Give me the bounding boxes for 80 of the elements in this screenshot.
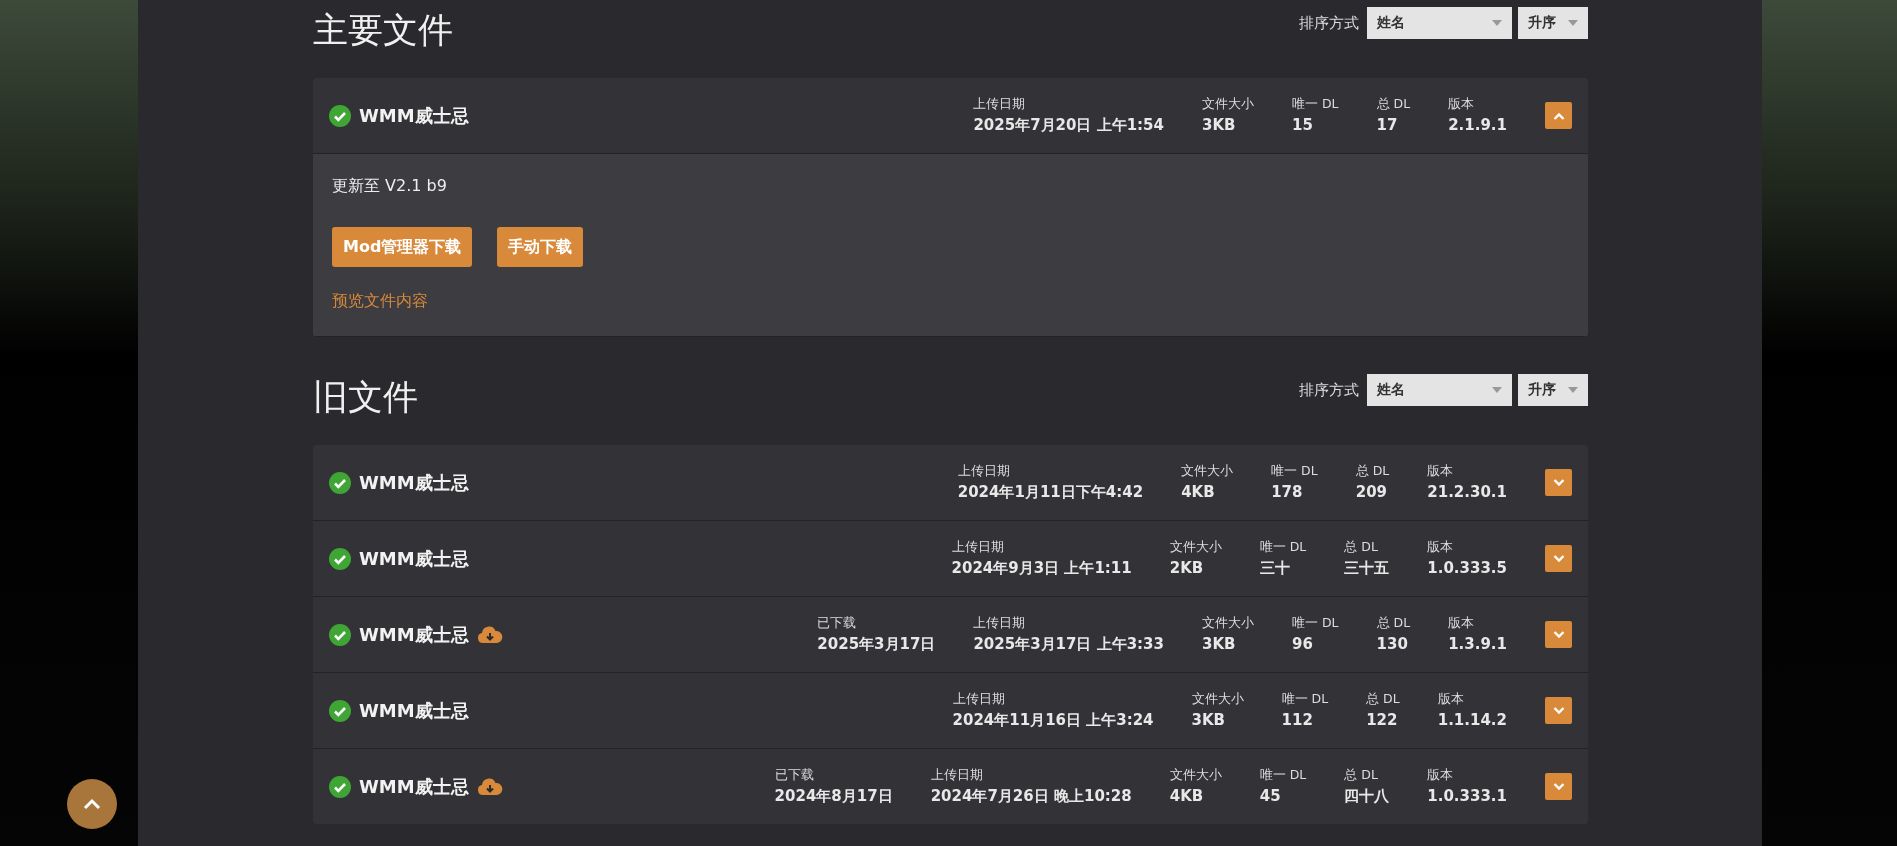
meta-label: 版本 xyxy=(1448,615,1476,632)
meta-label: 上传日期 xyxy=(973,615,1027,632)
meta-label: 总 DL xyxy=(1366,691,1400,708)
meta-value: 178 xyxy=(1271,483,1304,501)
meta-label: 已下载 xyxy=(817,615,858,632)
sort-order-dropdown[interactable]: 升序 xyxy=(1518,7,1588,39)
meta-value: 2024年7月26日 晚上10:28 xyxy=(930,787,1132,806)
meta-label: 文件大小 xyxy=(1181,463,1234,480)
file-description: 更新至 V2.1 b9 xyxy=(332,176,448,197)
meta-label: 总 DL xyxy=(1344,767,1379,784)
sort-order-dropdown[interactable]: 升序 xyxy=(1518,374,1588,406)
meta-value: 2024年9月3日 上午1:11 xyxy=(951,559,1132,578)
preview-link[interactable]: 预览文件内容 xyxy=(332,291,428,310)
meta-label: 版本 xyxy=(1427,767,1455,784)
meta-value: 3KB xyxy=(1202,116,1237,134)
meta-value: 三十 xyxy=(1259,559,1291,578)
meta-value: 15 xyxy=(1292,116,1314,134)
file-name[interactable]: WMM威士忌 xyxy=(359,698,469,723)
sort-label: 排序方式 xyxy=(1299,380,1359,400)
meta-label: 总 DL xyxy=(1344,539,1379,556)
meta-value: 1.0.333.5 xyxy=(1427,559,1507,577)
file-name[interactable]: WMM威士忌 xyxy=(359,103,469,128)
meta-value: 130 xyxy=(1376,635,1409,653)
meta-value: 2KB xyxy=(1169,559,1205,577)
meta-value: 3KB xyxy=(1202,635,1237,653)
meta-value: 112 xyxy=(1281,711,1314,729)
meta-value: 96 xyxy=(1292,635,1314,653)
meta-value: 3KB xyxy=(1191,711,1227,729)
meta-label: 总 DL xyxy=(1376,615,1411,632)
meta-value: 4KB xyxy=(1169,787,1205,805)
meta-value: 2025年7月20日 上午1:54 xyxy=(973,116,1164,135)
meta-value: 三十五 xyxy=(1344,559,1390,578)
meta-value: 2024年1月11日下午4:42 xyxy=(957,483,1144,502)
meta-label: 版本 xyxy=(1427,539,1455,556)
meta-label: 上传日期 xyxy=(930,767,984,784)
meta-label: 上传日期 xyxy=(951,539,1005,556)
file-name[interactable]: WMM威士忌 xyxy=(359,774,469,799)
meta-label: 版本 xyxy=(1427,463,1455,480)
sort-field-dropdown[interactable]: 姓名 xyxy=(1367,374,1512,406)
meta-value: 1.0.333.1 xyxy=(1427,787,1507,805)
meta-label: 唯一 DL xyxy=(1292,615,1339,632)
file-name[interactable]: WMM威士忌 xyxy=(359,622,469,647)
meta-value: 21.2.30.1 xyxy=(1427,483,1507,501)
meta-label: 唯一 DL xyxy=(1292,96,1339,113)
meta-value: 17 xyxy=(1376,116,1399,134)
meta-value: 2024年8月17日 xyxy=(774,787,893,806)
meta-value: 209 xyxy=(1355,483,1388,501)
sort-field-dropdown[interactable]: 姓名 xyxy=(1367,7,1512,39)
meta-label: 唯一 DL xyxy=(1271,463,1318,480)
file-name[interactable]: WMM威士忌 xyxy=(359,546,469,571)
meta-label: 上传日期 xyxy=(952,691,1006,708)
meta-label: 文件大小 xyxy=(1202,615,1254,632)
section-title: 主要文件 xyxy=(313,9,453,52)
meta-value: 45 xyxy=(1259,787,1282,805)
meta-value: 2025年3月17日 xyxy=(817,635,936,654)
meta-label: 文件大小 xyxy=(1169,539,1222,556)
meta-label: 上传日期 xyxy=(973,96,1027,113)
meta-label: 总 DL xyxy=(1376,96,1411,113)
meta-value: 1.3.9.1 xyxy=(1448,635,1507,653)
meta-label: 唯一 DL xyxy=(1259,767,1307,784)
meta-label: 上传日期 xyxy=(957,463,1011,480)
meta-label: 文件大小 xyxy=(1191,691,1244,708)
meta-value: 4KB xyxy=(1181,483,1216,501)
file-name[interactable]: WMM威士忌 xyxy=(359,470,469,495)
meta-value: 2025年3月17日 上午3:33 xyxy=(973,635,1164,654)
meta-value: 四十八 xyxy=(1344,787,1390,806)
meta-value: 2.1.9.1 xyxy=(1448,116,1507,134)
meta-value: 2024年11月16日 上午3:24 xyxy=(952,711,1154,730)
meta-value: 122 xyxy=(1366,711,1399,729)
meta-label: 文件大小 xyxy=(1202,96,1254,113)
meta-label: 总 DL xyxy=(1355,463,1390,480)
meta-label: 版本 xyxy=(1437,691,1465,708)
meta-value: 1.1.14.2 xyxy=(1437,711,1507,729)
meta-label: 唯一 DL xyxy=(1259,539,1307,556)
section-title: 旧文件 xyxy=(313,376,418,419)
meta-label: 唯一 DL xyxy=(1281,691,1329,708)
meta-label: 已下载 xyxy=(774,767,815,784)
meta-label: 文件大小 xyxy=(1169,767,1222,784)
meta-label: 版本 xyxy=(1448,96,1476,113)
sort-label: 排序方式 xyxy=(1299,13,1359,33)
